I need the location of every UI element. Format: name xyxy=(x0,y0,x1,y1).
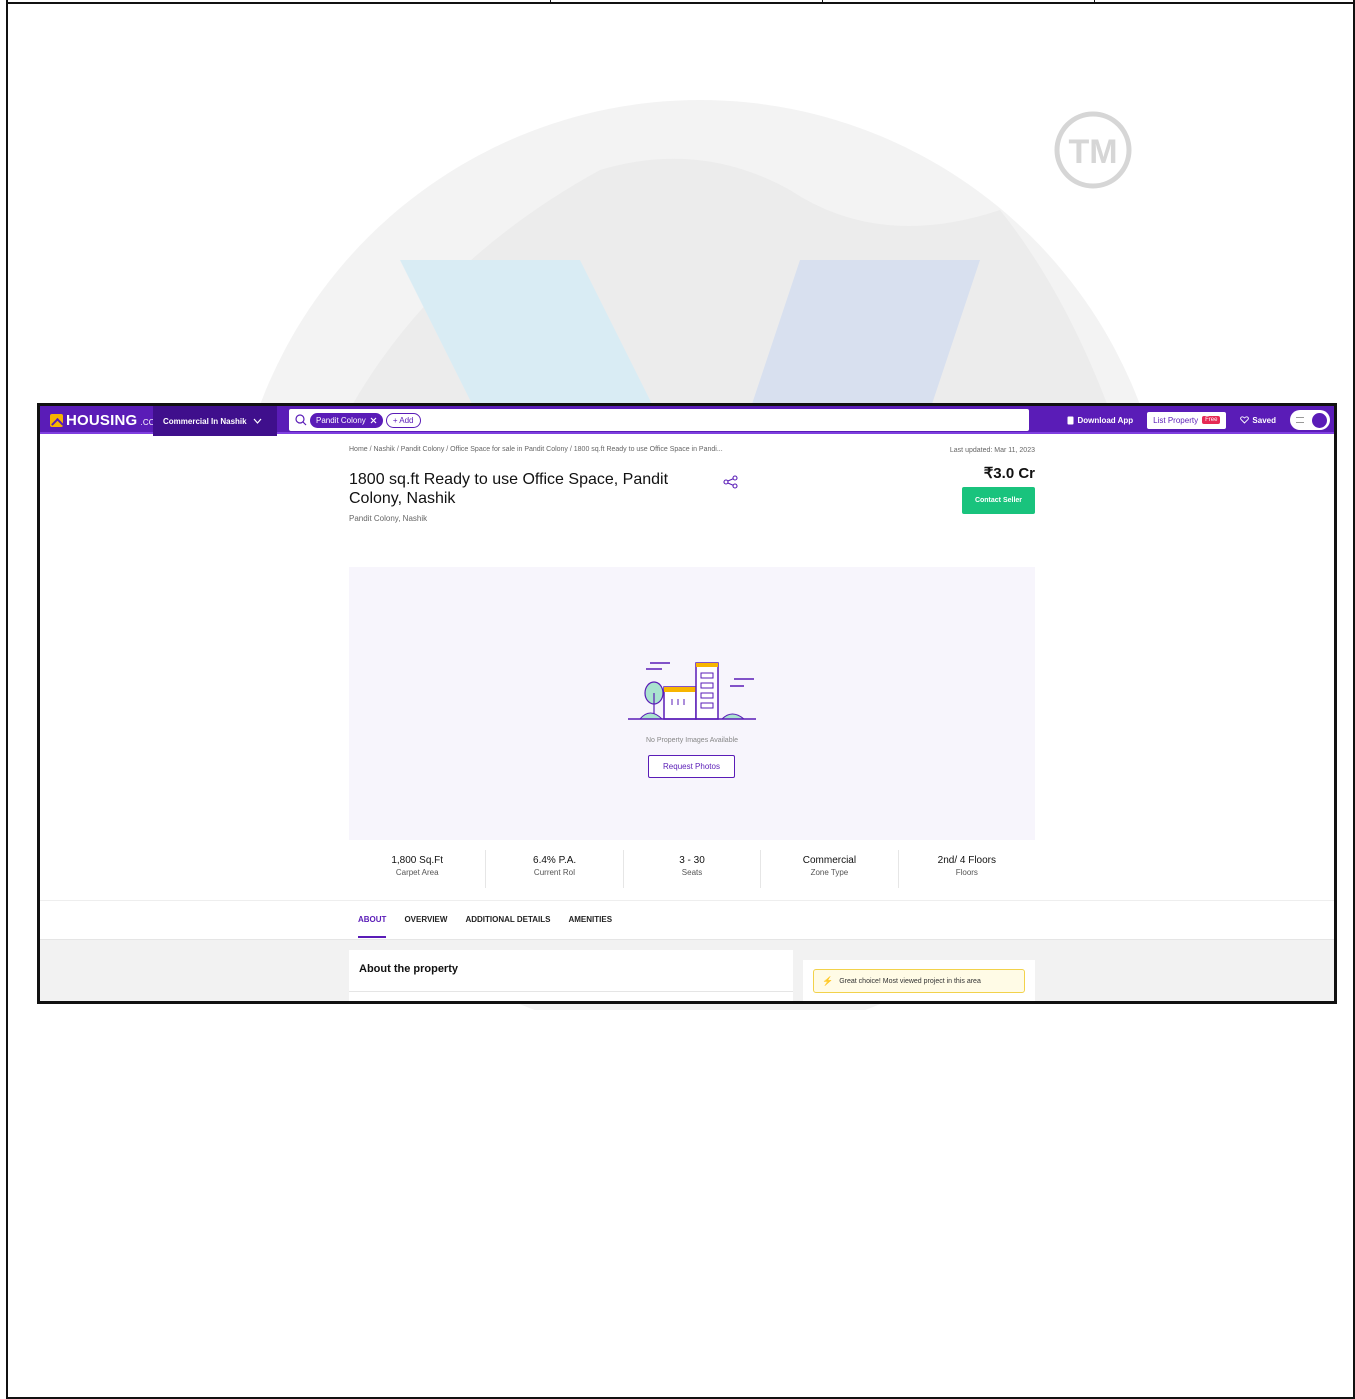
top-navbar: HOUSING .COM Commercial In Nashik Pandit… xyxy=(40,406,1334,436)
property-price: ₹3.0 Cr xyxy=(983,465,1035,482)
city-dropdown-label: Commercial In Nashik xyxy=(163,416,247,426)
property-locality: Pandit Colony, Nashik xyxy=(349,514,428,523)
list-property-button[interactable]: List Property Free xyxy=(1147,411,1227,429)
close-icon[interactable] xyxy=(370,417,377,424)
building-illustration-icon xyxy=(628,662,756,720)
logo-text: HOUSING xyxy=(66,412,138,429)
stat-zone-type: Commercial Zone Type xyxy=(761,850,899,888)
stat-value: Commercial xyxy=(802,855,857,866)
hamburger-icon xyxy=(1296,417,1304,423)
download-app-link[interactable]: Download App xyxy=(1067,416,1133,425)
stat-current-roi: 6.4% P.A. Current RoI xyxy=(486,850,624,888)
chevron-down-icon xyxy=(253,418,262,424)
stat-value: 6.4% P.A. xyxy=(533,855,577,866)
stat-seats: 3 - 30 Seats xyxy=(624,850,762,888)
stat-value: 3 - 30 xyxy=(679,855,705,866)
user-menu[interactable] xyxy=(1290,410,1330,430)
breadcrumb[interactable]: Home / Nashik / Pandit Colony / Office S… xyxy=(349,446,723,453)
divider xyxy=(349,991,793,992)
stat-label: Current RoI xyxy=(533,868,576,877)
share-icon[interactable] xyxy=(723,475,739,489)
list-property-label: List Property xyxy=(1153,415,1199,425)
highlight-banner: ⚡ Great choice! Most viewed project in t… xyxy=(813,969,1025,993)
document-top-row xyxy=(6,0,1355,4)
saved-label: Saved xyxy=(1252,415,1276,425)
phone-icon xyxy=(1067,416,1074,424)
stat-value: 2nd/ 4 Floors xyxy=(937,855,997,866)
nav-actions: Download App List Property Free Saved xyxy=(1067,406,1334,434)
highlight-text: Great choice! Most viewed project in thi… xyxy=(839,977,981,985)
avatar xyxy=(1312,412,1327,428)
last-updated: Last updated: Mar 11, 2023 xyxy=(949,447,1035,454)
website-screenshot: HOUSING .COM Commercial In Nashik Pandit… xyxy=(37,403,1337,1004)
about-title: About the property xyxy=(359,963,458,975)
stat-label: Seats xyxy=(681,868,703,877)
lightning-icon: ⚡ xyxy=(822,975,834,986)
housing-logo-icon xyxy=(50,414,63,427)
stat-label: Zone Type xyxy=(810,868,849,877)
stat-value: 1,800 Sq.Ft xyxy=(391,855,444,866)
stat-label: Floors xyxy=(955,868,978,877)
tab-amenities[interactable]: AMENITIES xyxy=(568,915,612,938)
search-icon xyxy=(295,414,307,426)
stat-carpet-area: 1,800 Sq.Ft Carpet Area xyxy=(349,850,487,888)
request-photos-button[interactable]: Request Photos xyxy=(648,755,735,778)
city-category-dropdown[interactable]: Commercial In Nashik xyxy=(153,406,277,436)
download-app-label: Download App xyxy=(1077,415,1134,425)
saved-link[interactable]: Saved xyxy=(1240,416,1276,425)
free-badge: Free xyxy=(1202,416,1221,424)
about-card: About the property xyxy=(349,950,793,1001)
add-locality-button[interactable]: + Add xyxy=(385,412,421,428)
tab-additional-details[interactable]: ADDITIONAL DETAILS xyxy=(465,915,550,938)
search-bar[interactable]: Pandit Colony + Add xyxy=(289,409,1029,431)
no-images-text: No Property Images Available xyxy=(645,737,739,744)
locality-chip[interactable]: Pandit Colony xyxy=(310,412,383,428)
locality-chip-label: Pandit Colony xyxy=(316,415,366,425)
tab-overview[interactable]: OVERVIEW xyxy=(404,915,447,938)
property-stats: 1,800 Sq.Ft Carpet Area 6.4% P.A. Curren… xyxy=(349,850,1035,888)
page-title: 1800 sq.ft Ready to use Office Space, Pa… xyxy=(349,471,669,507)
heart-icon xyxy=(1240,416,1250,424)
contact-seller-button[interactable]: Contact Seller xyxy=(962,487,1035,514)
stat-floors: 2nd/ 4 Floors Floors xyxy=(899,850,1035,888)
side-card: ⚡ Great choice! Most viewed project in t… xyxy=(803,960,1035,1001)
section-tabs-bar: ABOUT OVERVIEW ADDITIONAL DETAILS AMENIT… xyxy=(40,900,1334,940)
image-gallery-placeholder: No Property Images Available Request Pho… xyxy=(349,567,1035,840)
housing-logo[interactable]: HOUSING .COM xyxy=(50,412,162,429)
details-section: About the property ⚡ Great choice! Most … xyxy=(40,940,1334,1001)
stat-label: Carpet Area xyxy=(395,868,439,877)
tab-about[interactable]: ABOUT xyxy=(358,915,387,938)
section-tabs: ABOUT OVERVIEW ADDITIONAL DETAILS AMENIT… xyxy=(358,915,612,938)
